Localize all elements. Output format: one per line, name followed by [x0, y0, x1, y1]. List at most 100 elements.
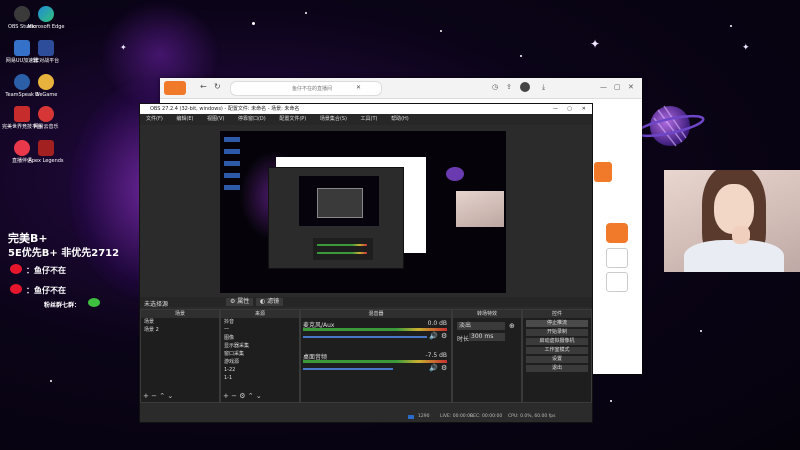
- source-label: 1-1: [224, 375, 233, 381]
- source-item[interactable]: 窗口采集: [221, 350, 299, 358]
- scenes-toolbar: + − ⌃ ⌄: [143, 392, 173, 400]
- source-item[interactable]: 抖音: [221, 318, 299, 326]
- properties-label: 属性: [237, 298, 250, 305]
- transition-header: 转场特效: [453, 310, 521, 318]
- studio-mode-button[interactable]: 工作室模式: [526, 347, 588, 354]
- source-label: 图像: [224, 335, 235, 341]
- speaker-icon[interactable]: 🔊: [429, 332, 438, 340]
- fullscreen-icon[interactable]: [606, 272, 628, 292]
- rank-line-2: 5E优先B+ 非优先2712: [8, 248, 120, 259]
- gear-icon[interactable]: ⚙: [239, 392, 245, 400]
- gear-icon[interactable]: ⚙: [441, 364, 447, 372]
- obs-preview[interactable]: [220, 131, 506, 293]
- add-icon[interactable]: +: [223, 392, 229, 400]
- back-icon[interactable]: ←: [200, 82, 207, 91]
- preview-obs-mixer: [313, 238, 373, 260]
- start-recording-button[interactable]: 开始录制: [526, 329, 588, 336]
- gear-icon[interactable]: ⚙: [441, 332, 447, 340]
- settings-button[interactable]: 设置: [526, 356, 588, 363]
- maximize-icon[interactable]: ▢: [567, 104, 572, 114]
- obs-window[interactable]: OBS 27.2.4 (32-bit, windows) - 配置文件: 未命名…: [139, 103, 593, 423]
- menu-help[interactable]: 帮助(H): [391, 116, 409, 122]
- menu-scene-collection[interactable]: 场景集合(S): [320, 116, 347, 122]
- tab-close-icon[interactable]: ✕: [356, 84, 361, 91]
- home-icon[interactable]: [606, 248, 628, 268]
- share-icon[interactable]: ⇪: [506, 83, 512, 91]
- obs-status-bar: 1290 LIVE: 00:00:00 REC: 00:00:00 CPU: 0…: [140, 412, 592, 422]
- source-item[interactable]: 1-22: [221, 366, 299, 374]
- minimize-icon[interactable]: —: [600, 83, 607, 91]
- star: [305, 12, 307, 14]
- move-up-icon[interactable]: ⌃: [159, 392, 165, 400]
- start-virtual-camera-button[interactable]: 启动虚拟摄像机: [526, 338, 588, 345]
- history-icon[interactable]: ◷: [492, 83, 498, 91]
- desktop-icon-edge[interactable]: Microsoft Edge: [26, 6, 66, 30]
- menu-file[interactable]: 文件(F): [146, 116, 163, 122]
- sparkle-star: ✦: [742, 43, 750, 53]
- volume-slider[interactable]: [303, 368, 393, 370]
- mixer-channel: 桌面音频 -7.5 dB 🔊 ⚙: [303, 352, 449, 382]
- play-button[interactable]: [606, 223, 628, 243]
- webcam-overlay: [664, 170, 800, 272]
- star: [520, 55, 522, 57]
- mixer-panel: 混音器 麦克风/Aux 0.0 dB 🔊 ⚙ 桌面音频 -7.5 dB 🔊 ⚙: [300, 309, 452, 403]
- scene-item[interactable]: 场景 2: [141, 326, 219, 334]
- desktop-icon-apex[interactable]: Apex Legends: [26, 140, 66, 164]
- source-item[interactable]: 显示器采集: [221, 342, 299, 350]
- avatar-icon[interactable]: [520, 82, 530, 92]
- preview-obs: [268, 167, 404, 269]
- source-item[interactable]: 1-1: [221, 374, 299, 382]
- refresh-icon[interactable]: ↻: [214, 82, 221, 91]
- menu-edit[interactable]: 编辑(E): [176, 116, 193, 122]
- speaker-icon[interactable]: 🔊: [429, 364, 438, 372]
- stop-streaming-button[interactable]: 停止推流: [526, 320, 588, 327]
- source-label: 抖音: [224, 319, 235, 325]
- desktop-icon-netease-music[interactable]: 网易云音乐: [26, 106, 66, 130]
- menu-profile[interactable]: 配置文件(P): [279, 116, 306, 122]
- add-icon[interactable]: +: [143, 392, 149, 400]
- scene-item[interactable]: 场景: [141, 318, 219, 326]
- controls-header: 控件: [523, 310, 591, 318]
- source-toolbar: 未选择源 ⚙ 属性 ◐ 滤镜: [140, 297, 592, 308]
- browser-toolbar: ← ↻ 鱼仔不在的直播间 ✕ ◷ ⇪ ⤓ — ▢ ✕: [160, 78, 642, 99]
- menu-docks[interactable]: 停靠窗口(D): [238, 116, 266, 122]
- sources-header: 来源: [221, 310, 299, 318]
- menu-view[interactable]: 视图(V): [207, 116, 224, 122]
- move-down-icon[interactable]: ⌄: [167, 392, 173, 400]
- sparkle-star: ✦: [590, 37, 601, 51]
- star: [50, 380, 52, 382]
- address-text: 鱼仔不在的直播间: [292, 86, 333, 92]
- minimize-icon[interactable]: —: [553, 104, 558, 114]
- add-icon[interactable]: ⊕: [509, 322, 515, 330]
- maximize-icon[interactable]: ▢: [614, 83, 621, 91]
- desktop-icon-label: WeGame: [34, 92, 58, 98]
- scenes-header: 场景: [141, 310, 219, 318]
- remove-icon[interactable]: −: [151, 392, 157, 400]
- menu-tools[interactable]: 工具(T): [361, 116, 378, 122]
- move-down-icon[interactable]: ⌄: [256, 392, 262, 400]
- level-meter: [303, 328, 447, 331]
- download-icon[interactable]: ⤓: [542, 83, 545, 92]
- source-item[interactable]: 一: [221, 326, 299, 334]
- controls-panel: 控件 停止推流 开始录制 启动虚拟摄像机 工作室模式 设置 退出: [522, 309, 592, 403]
- duration-input[interactable]: 300 ms: [469, 333, 505, 341]
- duration-value: 300 ms: [471, 333, 494, 340]
- properties-button[interactable]: ⚙ 属性: [226, 298, 254, 306]
- transition-select[interactable]: 淡出: [457, 322, 505, 330]
- filters-button[interactable]: ◐ 滤镜: [256, 298, 284, 306]
- move-up-icon[interactable]: ⌃: [248, 392, 254, 400]
- volume-slider[interactable]: [303, 336, 427, 338]
- close-icon[interactable]: ✕: [582, 104, 586, 114]
- desktop-icon-wegame[interactable]: WeGame: [26, 74, 66, 98]
- close-icon[interactable]: ✕: [628, 83, 634, 91]
- source-item[interactable]: 游戏源: [221, 358, 299, 366]
- webcam-hand: [732, 226, 750, 244]
- source-item[interactable]: 图像: [221, 334, 299, 342]
- remove-icon[interactable]: −: [231, 392, 237, 400]
- desktop-icon-5e[interactable]: 5E对战平台: [26, 40, 66, 64]
- scenes-panel: 场景 场景 场景 2 + − ⌃ ⌄: [140, 309, 220, 403]
- rec-time: REC: 00:00:00: [470, 414, 503, 419]
- obs-title: OBS 27.2.4 (32-bit, windows) - 配置文件: 未命名…: [150, 106, 300, 112]
- desktop-icon-label: 5E对战平台: [32, 58, 60, 64]
- exit-button[interactable]: 退出: [526, 365, 588, 372]
